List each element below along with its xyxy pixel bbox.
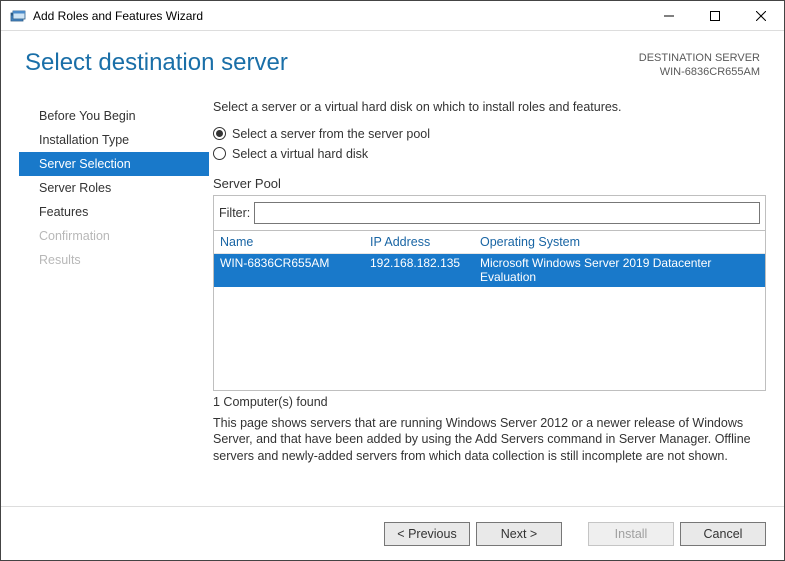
- radio-label: Select a virtual hard disk: [232, 147, 368, 161]
- server-pool-box: Filter:: [213, 195, 766, 231]
- window-title: Add Roles and Features Wizard: [33, 9, 646, 23]
- window-buttons: [646, 1, 784, 30]
- destination-server-name: WIN-6836CR655AM: [639, 65, 760, 79]
- radio-icon: [213, 127, 226, 140]
- column-header-name[interactable]: Name: [220, 235, 370, 249]
- server-grid: Name IP Address Operating System WIN-683…: [213, 231, 766, 391]
- sidebar-item-installation-type[interactable]: Installation Type: [19, 128, 209, 152]
- sidebar-item-before-you-begin[interactable]: Before You Begin: [19, 104, 209, 128]
- server-os-cell: Microsoft Windows Server 2019 Datacenter…: [480, 256, 759, 284]
- grid-empty-area: [214, 287, 765, 390]
- next-button[interactable]: Next >: [476, 522, 562, 546]
- destination-server-info: DESTINATION SERVER WIN-6836CR655AM: [639, 49, 760, 80]
- column-header-os[interactable]: Operating System: [480, 235, 759, 249]
- body-row: Before You BeginInstallation TypeServer …: [1, 80, 784, 506]
- server-row[interactable]: WIN-6836CR655AM 192.168.182.135 Microsof…: [214, 254, 765, 287]
- destination-server-label: DESTINATION SERVER: [639, 51, 760, 65]
- radio-icon: [213, 147, 226, 160]
- computers-found-label: 1 Computer(s) found: [213, 395, 766, 409]
- minimize-button[interactable]: [646, 1, 692, 30]
- sidebar-item-results: Results: [19, 248, 209, 272]
- install-button: Install: [588, 522, 674, 546]
- wizard-sidebar: Before You BeginInstallation TypeServer …: [19, 100, 209, 506]
- radio-label: Select a server from the server pool: [232, 127, 430, 141]
- sidebar-item-server-roles[interactable]: Server Roles: [19, 176, 209, 200]
- server-ip-cell: 192.168.182.135: [370, 256, 480, 284]
- content-area: Select destination server DESTINATION SE…: [1, 31, 784, 560]
- filter-label: Filter:: [219, 206, 250, 220]
- close-button[interactable]: [738, 1, 784, 30]
- maximize-button[interactable]: [692, 1, 738, 30]
- filter-input[interactable]: [254, 202, 760, 224]
- radio-virtual-hard-disk[interactable]: Select a virtual hard disk: [213, 147, 766, 161]
- titlebar: Add Roles and Features Wizard: [1, 1, 784, 31]
- previous-button[interactable]: < Previous: [384, 522, 470, 546]
- sidebar-item-features[interactable]: Features: [19, 200, 209, 224]
- wizard-footer: < Previous Next > Install Cancel: [1, 506, 784, 560]
- grid-header: Name IP Address Operating System: [214, 231, 765, 254]
- page-description: This page shows servers that are running…: [213, 415, 766, 466]
- header-row: Select destination server DESTINATION SE…: [1, 31, 784, 80]
- cancel-button[interactable]: Cancel: [680, 522, 766, 546]
- app-icon: [9, 7, 27, 25]
- sidebar-item-confirmation: Confirmation: [19, 224, 209, 248]
- page-title: Select destination server: [25, 49, 288, 77]
- wizard-window: Add Roles and Features Wizard Select des…: [0, 0, 785, 561]
- server-pool-label: Server Pool: [213, 176, 766, 191]
- main-panel: Select a server or a virtual hard disk o…: [209, 100, 766, 506]
- intro-text: Select a server or a virtual hard disk o…: [213, 100, 766, 114]
- filter-row: Filter:: [214, 196, 765, 230]
- column-header-ip[interactable]: IP Address: [370, 235, 480, 249]
- sidebar-item-server-selection[interactable]: Server Selection: [19, 152, 209, 176]
- radio-server-pool[interactable]: Select a server from the server pool: [213, 127, 766, 141]
- server-name-cell: WIN-6836CR655AM: [220, 256, 370, 284]
